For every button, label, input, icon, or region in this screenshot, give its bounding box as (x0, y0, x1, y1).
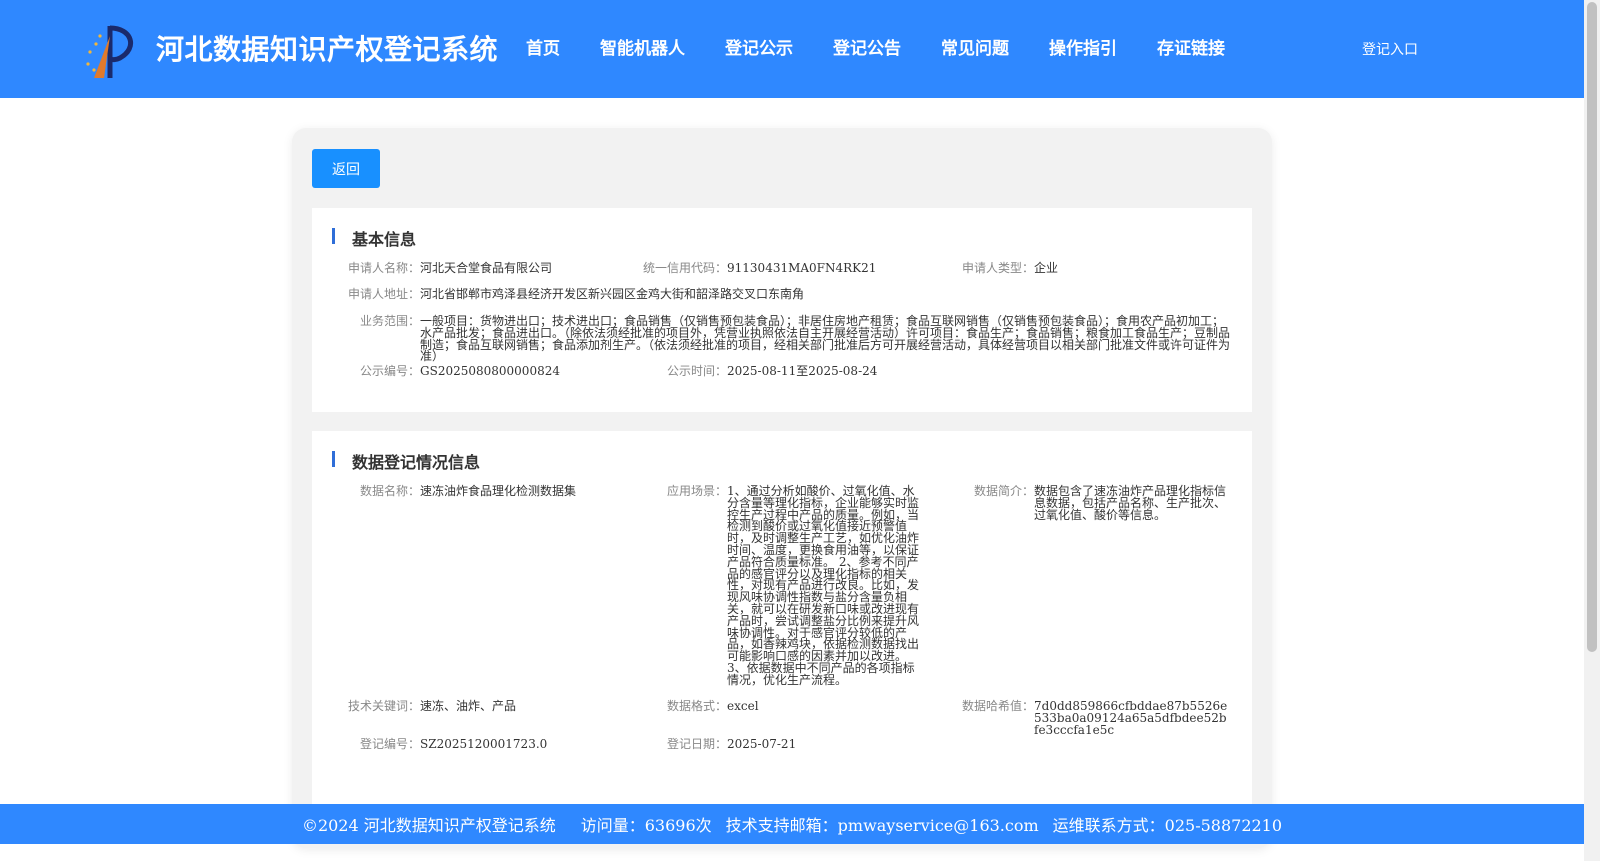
registration-no-value: SZ2025120001723.0 (420, 737, 548, 751)
scene-value: 1、通过分析如酸价、过氧化值、水分含量等理化指标，企业能够实时监控生产过程中产品… (727, 484, 920, 687)
field-label: 数据格式： (667, 699, 728, 713)
nav-home[interactable]: 首页 (526, 34, 560, 59)
nav-faq[interactable]: 常见问题 (941, 34, 1009, 59)
registration-info-title: 数据登记情况信息 (332, 449, 480, 473)
footer-email: 技术支持邮箱：pmwayservice@163.com (725, 816, 1039, 835)
data-name-value: 速冻油炸食品理化检测数据集 (420, 484, 577, 498)
registration-date-field: 登记日期： 2025-07-21 (667, 737, 797, 751)
scrollbar-thumb[interactable] (1587, 2, 1597, 652)
data-intro-value: 数据包含了速冻油炸产品理化指标信息数据，包括产品名称、生产批次、过氧化值、酸价等… (1034, 484, 1227, 522)
footer-copyright: ©2024 河北数据知识产权登记系统 (301, 816, 556, 835)
field-label: 申请人名称： (348, 261, 421, 275)
registration-date-value: 2025-07-21 (727, 737, 797, 751)
nav-evidence-link[interactable]: 存证链接 (1157, 34, 1225, 59)
nav-announcement[interactable]: 登记公告 (833, 34, 901, 59)
footer-visits: 访问量：63696次 (580, 816, 712, 835)
business-scope-value: 一般项目：货物进出口；技术进出口；食品销售（仅销售预包装食品）；非居住房地产租赁… (420, 314, 1231, 364)
site-logo-icon[interactable] (80, 22, 136, 80)
keywords-value: 速冻、油炸、产品 (420, 699, 517, 713)
address-field: 申请人地址： 河北省邯郸市鸡泽县经济开发区新兴园区金鸡大街和韶泽路交叉口东南角 (348, 287, 805, 301)
field-label: 公示编号： (360, 364, 421, 378)
field-label: 业务范围： (360, 314, 421, 328)
data-format-field: 数据格式： excel (667, 699, 759, 713)
scene-field: 应用场景： 1、通过分析如酸价、过氧化值、水分含量等理化指标，企业能够实时监控生… (667, 484, 925, 687)
publicity-time-value: 2025-08-11至2025-08-24 (727, 364, 878, 378)
site-title: 河北数据知识产权登记系统 (156, 33, 499, 66)
page-footer: ©2024 河北数据知识产权登记系统 访问量：63696次 技术支持邮箱：pmw… (0, 804, 1584, 844)
field-label: 申请人地址： (348, 287, 421, 301)
address-value: 河北省邯郸市鸡泽县经济开发区新兴园区金鸡大街和韶泽路交叉口东南角 (420, 287, 805, 301)
footer-phone: 运维联系方式：025-58872210 (1052, 816, 1283, 835)
data-intro-field: 数据简介： 数据包含了速冻油炸产品理化指标信息数据，包括产品名称、生产批次、过氧… (974, 484, 1227, 522)
top-header: 河北数据知识产权登记系统 首页 智能机器人 登记公示 登记公告 常见问题 操作指… (0, 0, 1584, 98)
publicity-no-field: 公示编号： GS2025080800000824 (360, 364, 560, 378)
nav-robot[interactable]: 智能机器人 (600, 34, 685, 59)
basic-info-title: 基本信息 (332, 226, 416, 250)
credit-code-field: 统一信用代码： 91130431MA0FN4RK21 (643, 261, 877, 275)
login-link[interactable]: 登记入口 (1362, 39, 1418, 59)
field-label: 数据哈希值： (962, 699, 1035, 713)
basic-info-panel (312, 208, 1252, 412)
applicant-name-value: 河北天合堂食品有限公司 (420, 261, 553, 275)
applicant-type-value: 企业 (1034, 261, 1059, 275)
nav-guide[interactable]: 操作指引 (1049, 34, 1117, 59)
field-label: 登记日期： (667, 737, 728, 751)
publicity-time-field: 公示时间： 2025-08-11至2025-08-24 (667, 364, 878, 378)
field-label: 数据简介： (974, 484, 1035, 498)
back-button[interactable]: 返回 (312, 149, 380, 188)
field-label: 登记编号： (360, 737, 421, 751)
credit-code-value: 91130431MA0FN4RK21 (727, 261, 877, 275)
data-hash-value: 7d0dd859866cfbddae87b5526e533ba0a09124a6… (1034, 699, 1228, 737)
nav-publicity[interactable]: 登记公示 (725, 34, 793, 59)
publicity-no-value: GS2025080800000824 (420, 364, 560, 378)
field-label: 统一信用代码： (643, 261, 728, 275)
applicant-name-field: 申请人名称： 河北天合堂食品有限公司 (348, 261, 553, 275)
field-label: 公示时间： (667, 364, 728, 378)
main-nav: 首页 智能机器人 登记公示 登记公告 常见问题 操作指引 存证链接 (526, 34, 1265, 59)
field-label: 申请人类型： (962, 261, 1035, 275)
data-format-value: excel (727, 699, 759, 713)
data-name-field: 数据名称： 速冻油炸食品理化检测数据集 (360, 484, 577, 498)
registration-no-field: 登记编号： SZ2025120001723.0 (360, 737, 548, 751)
field-label: 数据名称： (360, 484, 421, 498)
keywords-field: 技术关键词： 速冻、油炸、产品 (348, 699, 517, 713)
data-hash-field: 数据哈希值： 7d0dd859866cfbddae87b5526e533ba0a… (962, 699, 1230, 737)
business-scope-field: 业务范围： 一般项目：货物进出口；技术进出口；食品销售（仅销售预包装食品）；非居… (360, 314, 1232, 364)
field-label: 应用场景： (667, 484, 728, 498)
field-label: 技术关键词： (348, 699, 421, 713)
applicant-type-field: 申请人类型： 企业 (962, 261, 1059, 275)
